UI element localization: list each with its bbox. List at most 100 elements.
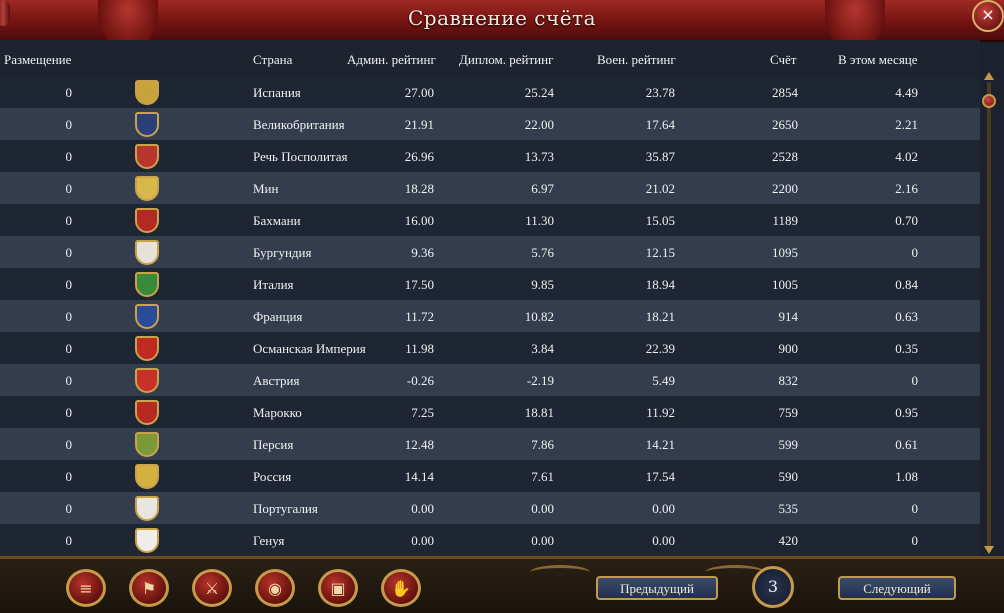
ledger-button[interactable]: ≡ [66, 569, 106, 607]
table-row[interactable]: 0 Австрия -0.26 -2.19 5.49 832 0 [0, 364, 980, 396]
ledger-icon: ≡ [79, 578, 93, 598]
military-rating-cell: 12.15 [645, 245, 675, 260]
bottom-toolbar: ≡ ⚑ ⚔ ◉ ▣ ✋ Предыдущий 3 Следующий [0, 556, 1004, 613]
monthly-cell: 0 [911, 501, 919, 516]
score-cell: 2200 [772, 181, 798, 196]
header-country[interactable]: Страна [253, 52, 292, 68]
country-flag-icon[interactable] [135, 464, 159, 489]
monthly-cell: 4.49 [895, 85, 918, 100]
country-flag-icon[interactable] [135, 240, 159, 265]
table-row[interactable]: 0 Марокко 7.25 18.81 11.92 759 0.95 [0, 396, 980, 428]
military-rating-cell: 0.00 [652, 501, 675, 516]
country-flag-icon[interactable] [135, 272, 159, 297]
crates-button[interactable]: ▣ [318, 569, 358, 607]
country-flag-icon[interactable] [135, 336, 159, 361]
table-row[interactable]: 0 Испания 27.00 25.24 23.78 2854 4.49 [0, 76, 980, 108]
monthly-cell: 0.95 [895, 405, 918, 420]
scroll-down-arrow-icon[interactable] [984, 546, 994, 554]
diplo-rating-cell: 7.86 [531, 437, 554, 452]
handshake-button[interactable]: ✋ [381, 569, 421, 607]
close-button[interactable]: × [972, 0, 1004, 32]
diplo-rating-cell: 5.76 [531, 245, 554, 260]
table-row[interactable]: 0 Мин 18.28 6.97 21.02 2200 2.16 [0, 172, 980, 204]
score-cell: 535 [778, 501, 799, 516]
country-flag-icon[interactable] [135, 112, 159, 137]
placement-cell: 0 [65, 501, 73, 516]
table-row[interactable]: 0 Бургундия 9.36 5.76 12.15 1095 0 [0, 236, 980, 268]
swords-button[interactable]: ⚔ [192, 569, 232, 607]
header-diplo[interactable]: Диплом. рейтинг [459, 52, 553, 68]
country-flag-icon[interactable] [135, 80, 159, 105]
handshake-icon: ✋ [391, 578, 411, 598]
diplo-rating-cell: 9.85 [531, 277, 554, 292]
score-cell: 420 [778, 533, 799, 548]
admin-rating-cell: 26.96 [404, 149, 434, 164]
header-placement[interactable]: Размещение [4, 52, 71, 68]
table-row[interactable]: 0 Португалия 0.00 0.00 0.00 535 0 [0, 492, 980, 524]
score-cell: 590 [778, 469, 799, 484]
military-rating-cell: 18.94 [645, 277, 675, 292]
table-row[interactable]: 0 Речь Посполитая 26.96 13.73 35.87 2528 4.02 [0, 140, 980, 172]
placement-cell: 0 [65, 405, 73, 420]
admin-rating-cell: 7.25 [411, 405, 434, 420]
coins-button[interactable]: ◉ [255, 569, 295, 607]
country-flag-icon[interactable] [135, 176, 159, 201]
diplo-rating-cell: 6.97 [531, 181, 554, 196]
score-cell: 1189 [772, 213, 798, 228]
header-military[interactable]: Воен. рейтинг [597, 52, 676, 68]
country-flag-icon[interactable] [135, 400, 159, 425]
admin-rating-cell: 12.48 [404, 437, 434, 452]
country-flag-icon[interactable] [135, 496, 159, 521]
country-flag-icon[interactable] [135, 528, 159, 553]
diplo-rating-cell: 25.24 [524, 85, 554, 100]
table-row[interactable]: 0 Османская Империя 11.98 3.84 22.39 900 0.35 [0, 332, 980, 364]
diplo-rating-cell: -2.19 [526, 373, 554, 388]
military-rating-cell: 22.39 [645, 341, 675, 356]
table-row[interactable]: 0 Бахмани 16.00 11.30 15.05 1189 0.70 [0, 204, 980, 236]
military-rating-cell: 5.49 [652, 373, 675, 388]
window-title: Сравнение счёта [407, 6, 597, 30]
next-page-button[interactable]: Следующий [838, 576, 956, 600]
country-flag-icon[interactable] [135, 304, 159, 329]
military-rating-cell: 35.87 [645, 149, 675, 164]
header-score[interactable]: Счёт [770, 52, 797, 68]
monthly-cell: 0.84 [895, 277, 918, 292]
country-flag-icon[interactable] [135, 368, 159, 393]
placement-cell: 0 [65, 85, 73, 100]
admin-rating-cell: 21.91 [404, 117, 434, 132]
monthly-cell: 0.70 [895, 213, 918, 228]
country-flag-icon[interactable] [135, 208, 159, 233]
scrollbar[interactable] [982, 72, 996, 554]
scroll-thumb[interactable] [982, 94, 996, 108]
score-cell: 2650 [772, 117, 798, 132]
admin-rating-cell: 16.00 [404, 213, 434, 228]
monthly-cell: 0 [911, 245, 919, 260]
placement-cell: 0 [65, 277, 73, 292]
military-rating-cell: 0.00 [652, 533, 675, 548]
placement-cell: 0 [65, 469, 73, 484]
score-cell: 2528 [772, 149, 798, 164]
placement-cell: 0 [65, 373, 73, 388]
diplo-rating-cell: 10.82 [524, 309, 554, 324]
table-row[interactable]: 0 Персия 12.48 7.86 14.21 599 0.61 [0, 428, 980, 460]
monthly-cell: 2.21 [895, 117, 918, 132]
table-row[interactable]: 0 Генуя 0.00 0.00 0.00 420 0 [0, 524, 980, 556]
table-row[interactable]: 0 Франция 11.72 10.82 18.21 914 0.63 [0, 300, 980, 332]
military-rating-cell: 14.21 [645, 437, 675, 452]
scroll-up-arrow-icon[interactable] [984, 72, 994, 80]
country-flag-icon[interactable] [135, 144, 159, 169]
previous-page-button[interactable]: Предыдущий [596, 576, 718, 600]
country-flag-icon[interactable] [135, 432, 159, 457]
header-monthly[interactable]: В этом месяце [838, 52, 918, 68]
score-table: 0 Испания 27.00 25.24 23.78 2854 4.49 0 Великобр… [0, 76, 980, 556]
score-cell: 599 [778, 437, 799, 452]
score-cell: 900 [778, 341, 799, 356]
table-row[interactable]: 0 Великобритания 21.91 22.00 17.64 2650 2.21 [0, 108, 980, 140]
flag-button[interactable]: ⚑ [129, 569, 169, 607]
score-cell: 1095 [772, 245, 798, 260]
scroll-track[interactable] [987, 82, 991, 552]
placement-cell: 0 [65, 533, 73, 548]
header-admin[interactable]: Админ. рейтинг [347, 52, 436, 68]
table-row[interactable]: 0 Россия 14.14 7.61 17.54 590 1.08 [0, 460, 980, 492]
table-row[interactable]: 0 Италия 17.50 9.85 18.94 1005 0.84 [0, 268, 980, 300]
